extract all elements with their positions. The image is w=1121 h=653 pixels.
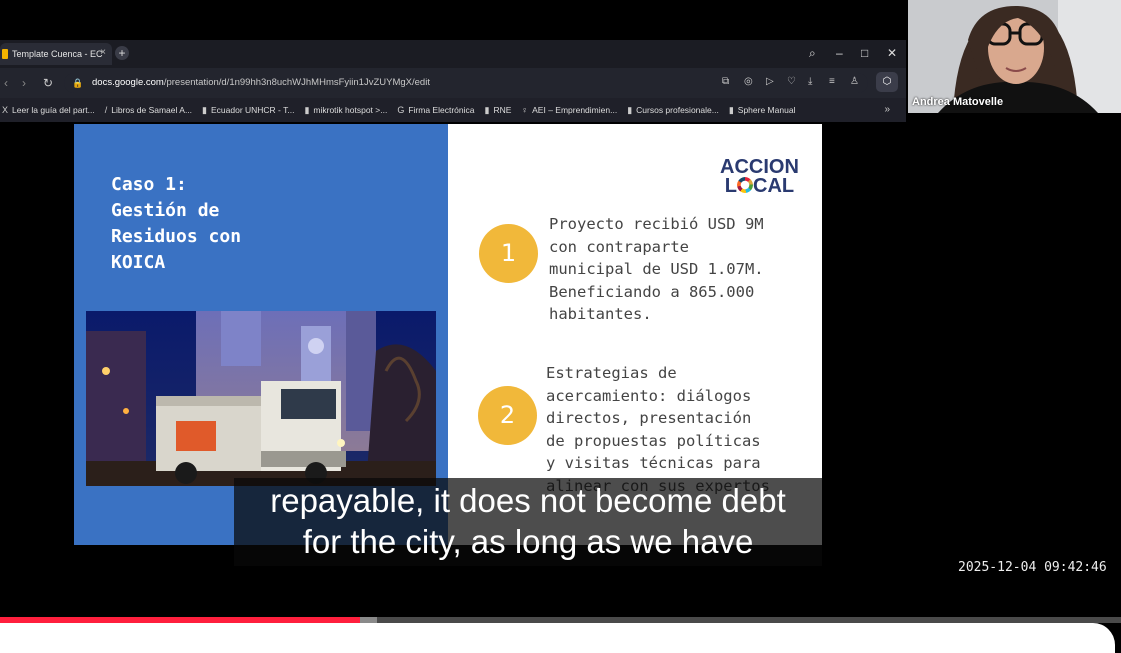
slides-favicon-icon	[2, 49, 8, 59]
bookmark-item[interactable]: / Libros de Samael A...	[105, 105, 192, 115]
url-domain: docs.google.com	[92, 77, 164, 88]
reload-icon[interactable]: ↻	[43, 76, 53, 90]
slide-title: Caso 1: Gestión de Residuos con KOICA	[111, 174, 242, 273]
forward-icon[interactable]: ›	[22, 76, 26, 90]
favorite-icon[interactable]: ♡	[787, 75, 796, 89]
bookmark-item[interactable]: ▮ RNE	[484, 105, 511, 116]
browser-window: Template Cuenca - EC × + ⌕ – □ ✕ ‹ › ↻ 🔒…	[0, 40, 906, 548]
address-bar-row: ‹ › ↻ 🔒 docs.google.com/presentation/d/1…	[0, 68, 906, 98]
bookmark-label: Sphere Manual	[737, 105, 796, 115]
maximize-icon[interactable]: □	[861, 46, 868, 60]
browser-tab[interactable]: Template Cuenca - EC ×	[0, 43, 112, 65]
search-tabs-icon[interactable]: ⌕	[809, 46, 816, 60]
bookmark-label: Leer la guía del part...	[12, 105, 95, 115]
bookmark-item[interactable]: ▮ Ecuador UNHCR - T...	[202, 105, 294, 116]
bookmark-icon: /	[104, 105, 108, 115]
bookmark-item[interactable]: ♀ AEI – Emprendimien...	[521, 105, 617, 115]
bookmark-item[interactable]: G Firma Electrónica	[397, 105, 474, 115]
bookmark-label: Firma Electrónica	[408, 105, 475, 115]
caption-line-1: repayable, it does not become debt	[270, 482, 786, 519]
lock-icon: 🔒	[72, 78, 84, 88]
bookmark-label: Cursos profesionale...	[636, 105, 719, 115]
bookmark-item[interactable]: ▮ Sphere Manual	[729, 105, 796, 116]
bookmark-icon: ♀	[521, 105, 529, 115]
tab-close-icon[interactable]: ×	[100, 47, 106, 58]
bookmark-item[interactable]: X Leer la guía del part...	[2, 105, 95, 115]
download-icon[interactable]: ⤓	[808, 75, 812, 89]
close-window-icon[interactable]: ✕	[887, 46, 897, 60]
bookmark-icon: ▮	[304, 104, 310, 115]
player-controls-panel	[0, 623, 1115, 653]
bookmark-label: mikrotik hotspot >...	[313, 105, 388, 115]
logo-letter-l: L	[724, 175, 737, 197]
profile-icon[interactable]: ♙	[850, 75, 859, 89]
back-icon[interactable]: ‹	[4, 76, 8, 90]
participant-name: Andrea Matovelle	[912, 96, 1004, 108]
bookmark-item[interactable]: ▮ Cursos profesionale...	[627, 105, 719, 116]
accion-local-logo: ACCION L CAL	[720, 157, 799, 197]
bookmark-item[interactable]: ▮ mikrotik hotspot >...	[304, 105, 387, 116]
play-icon[interactable]: ▷	[766, 75, 774, 89]
item-number-circle: 2	[478, 386, 537, 445]
bookmark-icon: ▮	[484, 104, 490, 115]
bookmark-icon: ▮	[202, 104, 207, 115]
menu-icon[interactable]: ≡	[829, 75, 835, 89]
timestamp: 2025-12-04 09:42:46	[958, 560, 1107, 575]
bookmark-label: RNE	[493, 105, 512, 115]
bookmark-icon: ▮	[627, 104, 633, 115]
bookmarks-bar: X Leer la guía del part... / Libros de Sama…	[0, 98, 906, 122]
more-bookmarks-icon[interactable]: »	[884, 104, 890, 115]
garbage-truck-photo	[86, 311, 436, 486]
extension-icon[interactable]: ⬡	[876, 72, 898, 92]
url-path: /presentation/d/1n99hh3n8uchWJhMHmsFyiin…	[163, 77, 430, 88]
tab-title: Template Cuenca - EC	[12, 49, 103, 59]
open-in-app-icon[interactable]: ⧉	[722, 75, 729, 89]
tab-bar: Template Cuenca - EC × + ⌕ – □ ✕	[0, 40, 906, 68]
bookmark-label: Libros de Samael A...	[111, 105, 193, 115]
bookmark-label: Ecuador UNHCR - T...	[210, 105, 295, 115]
screenshot-icon[interactable]: ◎	[744, 75, 753, 89]
bookmark-icon: G	[397, 105, 405, 115]
sdg-wheel-icon	[737, 177, 753, 193]
item-text: Proyecto recibió USD 9M con contraparte …	[549, 215, 764, 324]
bookmark-label: AEI – Emprendimien...	[532, 105, 618, 115]
new-tab-button[interactable]: +	[115, 46, 129, 60]
bookmark-icon: ▮	[728, 104, 734, 115]
caption-line-2: for the city, as long as we have	[302, 523, 754, 560]
logo-letters-cal: CAL	[753, 175, 795, 197]
item-number-circle: 1	[479, 224, 538, 283]
bookmark-icon: X	[2, 105, 9, 115]
minimize-icon[interactable]: –	[836, 46, 843, 60]
